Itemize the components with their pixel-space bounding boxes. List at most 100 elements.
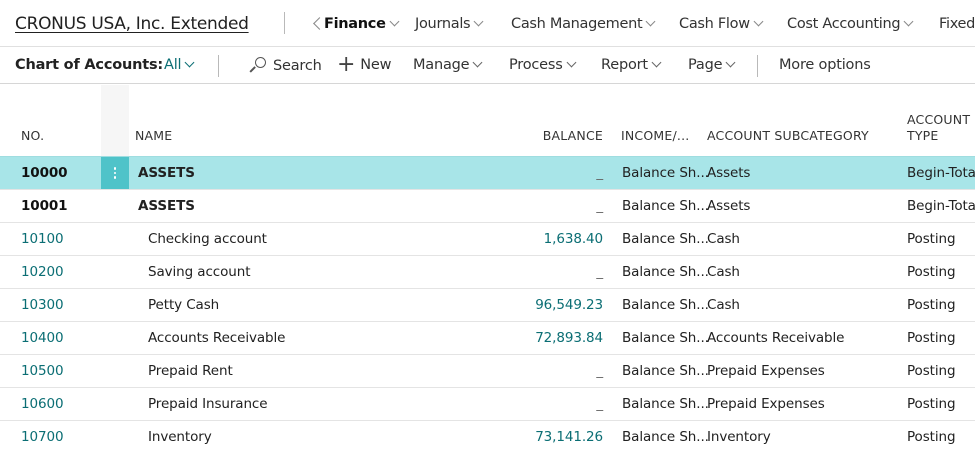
table-row[interactable]: 10300 Petty Cash 96,549.23 Balance Sh...…	[0, 288, 975, 321]
cell-subcategory: Assets	[707, 165, 751, 181]
cell-name: Inventory	[148, 429, 212, 445]
cell-income-balance: Balance Sh...	[622, 363, 709, 379]
plus-icon: +	[337, 52, 356, 77]
report-menu[interactable]: Report	[601, 57, 662, 73]
cell-account-type: Posting	[907, 363, 956, 379]
cell-no[interactable]: 10100	[21, 231, 64, 247]
cell-balance: _	[596, 363, 603, 379]
cell-balance[interactable]: 1,638.40	[544, 231, 603, 247]
more-vertical-icon	[113, 167, 117, 179]
page-title: Chart of Accounts:	[15, 57, 163, 73]
cell-no[interactable]: 10600	[21, 396, 64, 412]
nav-item-journals[interactable]: Journals	[415, 16, 484, 32]
nav-item-fixed[interactable]: Fixed	[939, 16, 975, 32]
cell-account-type: Posting	[907, 297, 956, 313]
cell-income-balance: Balance Sh...	[622, 198, 709, 214]
cell-subcategory: Cash	[707, 297, 740, 313]
more-options-button[interactable]: More options	[779, 57, 871, 73]
cell-subcategory: Cash	[707, 264, 740, 280]
cell-no[interactable]: 10700	[21, 429, 64, 445]
cell-income-balance: Balance Sh...	[622, 231, 709, 247]
chevron-down-icon	[566, 57, 577, 68]
cell-income-balance: Balance Sh...	[622, 396, 709, 412]
nav-item-cash-flow[interactable]: Cash Flow	[679, 16, 764, 32]
chevron-down-icon	[473, 16, 484, 27]
table-row[interactable]: 10100 Checking account 1,638.40 Balance …	[0, 222, 975, 255]
column-header-account-type[interactable]: ACCOUNT TYPE	[907, 112, 970, 144]
table-row[interactable]: 10500 Prepaid Rent _ Balance Sh... Prepa…	[0, 354, 975, 387]
search-label: Search	[273, 57, 322, 74]
table-row[interactable]: 10000 ASSETS _ Balance Sh... Assets Begi…	[0, 156, 975, 189]
cell-subcategory: Accounts Receivable	[707, 330, 845, 346]
cell-balance: _	[596, 396, 603, 412]
cell-balance[interactable]: 72,893.84	[535, 330, 603, 346]
manage-label: Manage	[413, 57, 470, 73]
chevron-down-icon	[472, 57, 483, 68]
cell-no[interactable]: 10000	[21, 165, 68, 181]
column-header-no[interactable]: NO.	[21, 128, 44, 144]
row-menu-button[interactable]	[101, 157, 129, 189]
cell-income-balance: Balance Sh...	[622, 264, 709, 280]
manage-menu[interactable]: Manage	[413, 57, 483, 73]
chevron-down-icon	[725, 57, 736, 68]
cell-name: Petty Cash	[148, 297, 220, 313]
cell-name: Saving account	[148, 264, 251, 280]
process-label: Process	[509, 57, 563, 73]
cell-account-type: Posting	[907, 396, 956, 412]
chevron-down-icon	[753, 16, 764, 27]
page-menu[interactable]: Page	[688, 57, 736, 73]
cell-no[interactable]: 10001	[21, 198, 68, 214]
table-row[interactable]: 10200 Saving account _ Balance Sh... Cas…	[0, 255, 975, 288]
table-row[interactable]: 10400 Accounts Receivable 72,893.84 Bala…	[0, 321, 975, 354]
cell-balance: _	[596, 165, 603, 181]
action-bar: Chart of Accounts: All Search + New Mana…	[0, 46, 975, 84]
chevron-down-icon	[651, 57, 662, 68]
accounts-grid: NO. NAME BALANCE INCOME/... ACCOUNT SUBC…	[0, 85, 975, 453]
new-button[interactable]: + New	[337, 52, 392, 77]
chevron-down-icon	[645, 16, 656, 27]
column-header-account-type-line2: TYPE	[907, 128, 939, 143]
cell-account-type: Begin-Total	[907, 165, 975, 181]
nav-item-cost-accounting[interactable]: Cost Accounting	[787, 16, 914, 32]
report-label: Report	[601, 57, 648, 73]
cell-no[interactable]: 10300	[21, 297, 64, 313]
column-header-name[interactable]: NAME	[135, 128, 172, 144]
search-button[interactable]: Search	[249, 57, 322, 74]
nav-item-label: Fixed	[939, 16, 975, 32]
cell-balance[interactable]: 96,549.23	[535, 297, 603, 313]
nav-item-finance[interactable]: Finance	[324, 16, 400, 32]
table-row[interactable]: 10700 Inventory 73,141.26 Balance Sh... …	[0, 420, 975, 453]
column-header-account-subcategory[interactable]: ACCOUNT SUBCATEGORY	[707, 128, 869, 144]
cell-no[interactable]: 10500	[21, 363, 64, 379]
cell-no[interactable]: 10200	[21, 264, 64, 280]
cell-balance: _	[596, 198, 603, 214]
view-filter-dropdown[interactable]: All	[164, 57, 195, 73]
column-header-income-balance[interactable]: INCOME/...	[621, 128, 689, 144]
table-row[interactable]: 10001 ASSETS _ Balance Sh... Assets Begi…	[0, 189, 975, 222]
cell-name: Prepaid Insurance	[148, 396, 268, 412]
cell-balance[interactable]: 73,141.26	[535, 429, 603, 445]
process-menu[interactable]: Process	[509, 57, 577, 73]
nav-item-label: Finance	[324, 16, 386, 32]
cell-name: Accounts Receivable	[148, 330, 286, 346]
cell-subcategory: Inventory	[707, 429, 771, 445]
cell-name: ASSETS	[138, 165, 195, 181]
search-icon	[249, 57, 266, 74]
column-header-balance[interactable]: BALANCE	[543, 128, 603, 144]
company-name-link[interactable]: CRONUS USA, Inc. Extended	[15, 14, 249, 34]
chevron-down-icon	[184, 57, 195, 68]
cell-income-balance: Balance Sh...	[622, 165, 709, 181]
grid-header: NO. NAME BALANCE INCOME/... ACCOUNT SUBC…	[0, 85, 975, 156]
action-divider	[757, 55, 758, 77]
cell-subcategory: Assets	[707, 198, 751, 214]
page-label: Page	[688, 57, 723, 73]
nav-item-cash-management[interactable]: Cash Management	[511, 16, 656, 32]
cell-no[interactable]: 10400	[21, 330, 64, 346]
cell-income-balance: Balance Sh...	[622, 429, 709, 445]
cell-name: ASSETS	[138, 198, 195, 214]
nav-item-label: Cash Management	[511, 16, 643, 32]
table-row[interactable]: 10600 Prepaid Insurance _ Balance Sh... …	[0, 387, 975, 420]
new-label: New	[360, 57, 392, 73]
top-navigation: CRONUS USA, Inc. Extended Finance Journa…	[0, 0, 975, 46]
cell-account-type: Posting	[907, 429, 956, 445]
